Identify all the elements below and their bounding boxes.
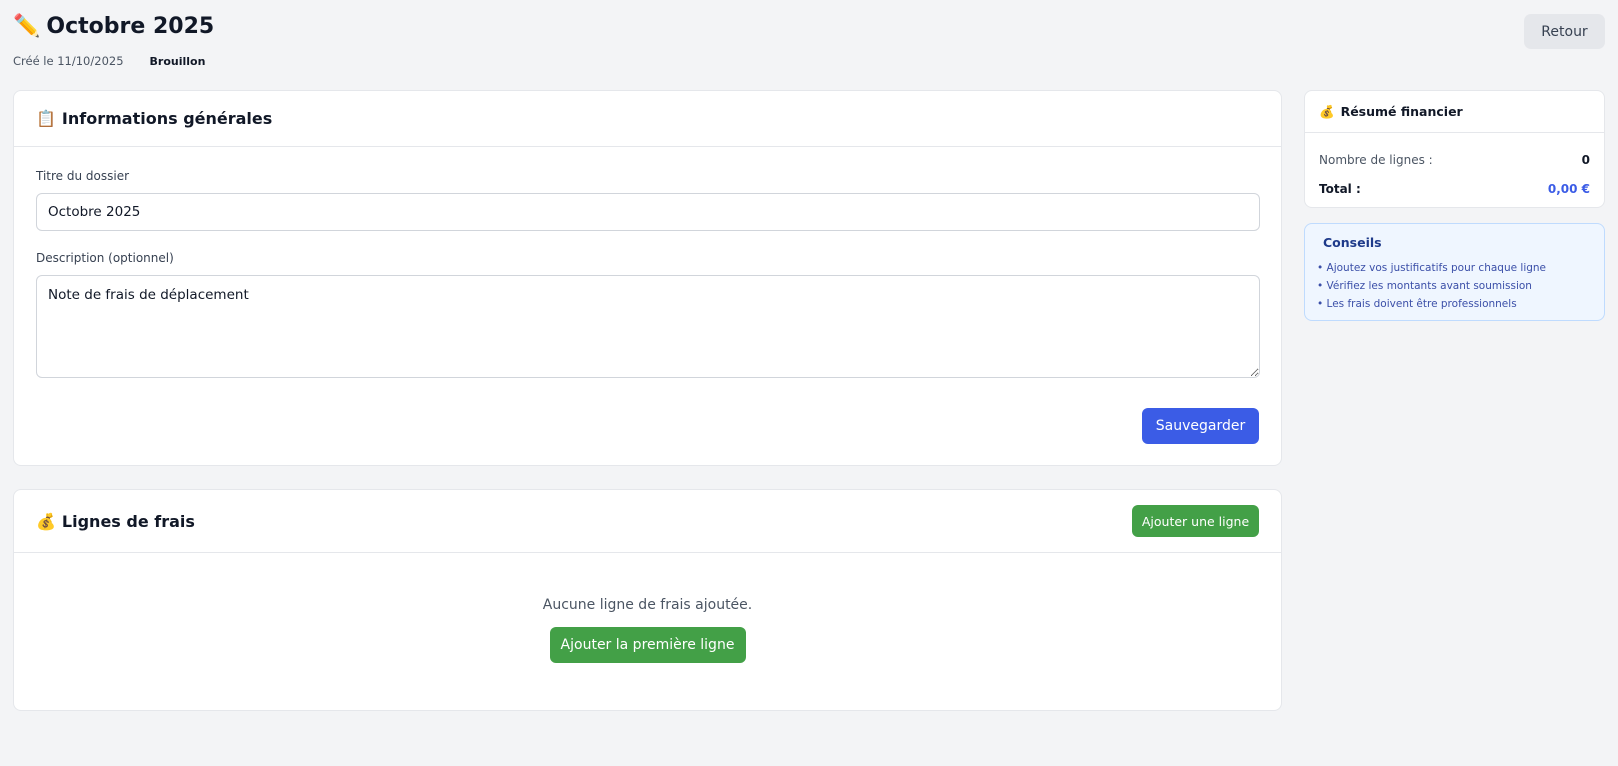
expense-lines-header: 💰 Lignes de frais Ajouter une ligne bbox=[14, 490, 1281, 553]
general-info-header: 📋 Informations générales bbox=[14, 91, 1281, 147]
tip-item: • Les frais doivent être professionnels bbox=[1317, 298, 1517, 310]
add-first-line-button[interactable]: Ajouter la première ligne bbox=[549, 627, 746, 663]
back-button[interactable]: Retour bbox=[1524, 14, 1605, 49]
line-count-row: Nombre de lignes : 0 bbox=[1319, 145, 1590, 174]
line-count-value: 0 bbox=[1581, 152, 1590, 167]
general-info-title-text: Informations générales bbox=[61, 109, 273, 128]
tips-title: Conseils bbox=[1323, 235, 1382, 250]
clipboard-icon: 📋 bbox=[36, 109, 56, 128]
financial-summary-title-text: Résumé financier bbox=[1340, 104, 1463, 119]
tip-item: • Vérifiez les montants avant soumission bbox=[1317, 280, 1532, 292]
empty-state: Aucune ligne de frais ajoutée. Ajouter l… bbox=[14, 553, 1281, 663]
empty-state-text: Aucune ligne de frais ajoutée. bbox=[542, 597, 753, 613]
page-title: ✏️ Octobre 2025 bbox=[13, 12, 214, 42]
total-row: Total : 0,00 € bbox=[1319, 174, 1590, 203]
save-button[interactable]: Sauvegarder bbox=[1142, 408, 1259, 444]
created-date: Créé le 11/10/2025 bbox=[13, 54, 124, 68]
description-field[interactable]: Note de frais de déplacement bbox=[36, 275, 1260, 378]
description-field-label: Description (optionnel) bbox=[36, 251, 174, 265]
title-field-label: Titre du dossier bbox=[36, 169, 130, 183]
financial-summary-title: 💰 Résumé financier bbox=[1319, 104, 1463, 120]
page-header: ✏️ Octobre 2025 Créé le 11/10/2025 Broui… bbox=[13, 12, 214, 68]
expense-lines-title-text: Lignes de frais bbox=[61, 511, 195, 531]
status-badge: Brouillon bbox=[149, 54, 206, 68]
expense-lines-card: 💰 Lignes de frais Ajouter une ligne Aucu… bbox=[13, 489, 1282, 711]
financial-summary-card: 💰 Résumé financier Nombre de lignes : 0 … bbox=[1304, 90, 1605, 208]
page-meta: Créé le 11/10/2025 Brouillon bbox=[13, 54, 214, 68]
title-field[interactable] bbox=[36, 193, 1260, 231]
general-info-form: Titre du dossier Description (optionnel)… bbox=[14, 147, 1281, 444]
financial-summary-header: 💰 Résumé financier bbox=[1305, 91, 1604, 133]
financial-summary-body: Nombre de lignes : 0 Total : 0,00 € bbox=[1305, 133, 1604, 203]
tips-panel: Conseils • Ajoutez vos justificatifs pou… bbox=[1304, 223, 1605, 321]
pencil-icon: ✏️ bbox=[13, 14, 41, 39]
line-count-label: Nombre de lignes : bbox=[1319, 152, 1433, 167]
total-value: 0,00 € bbox=[1547, 181, 1590, 196]
expense-lines-title: 💰 Lignes de frais bbox=[36, 512, 195, 531]
page-title-text: Octobre 2025 bbox=[46, 14, 215, 39]
general-info-title: 📋 Informations générales bbox=[36, 109, 272, 128]
general-info-card: 📋 Informations générales Titre du dossie… bbox=[13, 90, 1282, 466]
tip-item: • Ajoutez vos justificatifs pour chaque … bbox=[1317, 262, 1547, 274]
total-label: Total : bbox=[1319, 181, 1361, 196]
money-bag-icon: 💰 bbox=[1319, 103, 1335, 119]
add-line-button[interactable]: Ajouter une ligne bbox=[1132, 505, 1259, 537]
money-bag-icon: 💰 bbox=[36, 511, 56, 531]
